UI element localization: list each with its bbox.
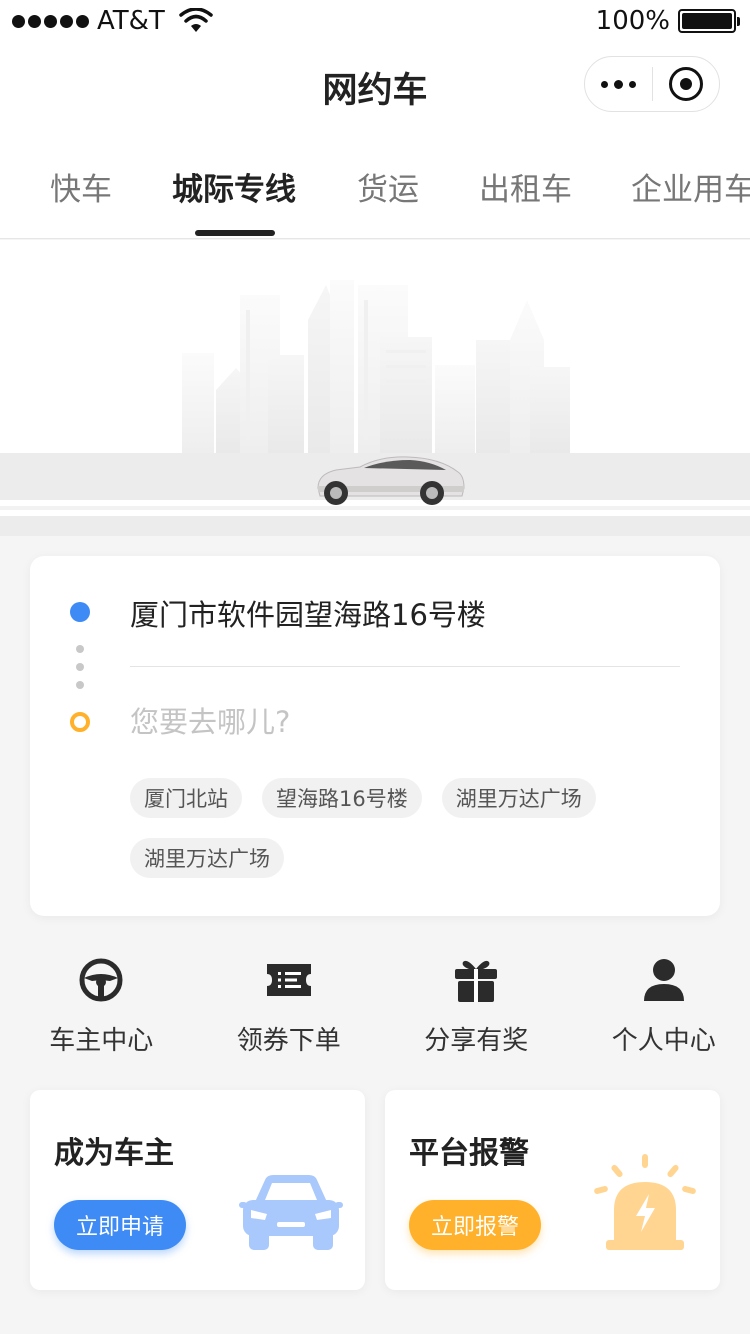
route-dot-icon bbox=[76, 645, 84, 653]
city-skyline-illustration bbox=[0, 280, 750, 536]
entry-label: 领券下单 bbox=[236, 1026, 341, 1056]
entry-share-reward[interactable]: 分享有奖 bbox=[390, 940, 563, 1070]
alarm-now-button[interactable]: 立即报警 bbox=[409, 1200, 542, 1250]
tab-intercity[interactable]: 城际专线 bbox=[172, 164, 296, 209]
entry-label: 分享有奖 bbox=[424, 1026, 529, 1056]
route-card: 厦门市软件园望海路16号楼 厦门北站 望海路16号楼 湖里万达广场 湖里万达广场 bbox=[30, 556, 720, 916]
status-bar: AT&T 100% bbox=[0, 0, 750, 40]
quick-entries: 车主中心 领券下单 分享有奖 个人中心 bbox=[0, 940, 750, 1070]
destination-point-icon bbox=[70, 712, 90, 732]
become-driver-card[interactable]: 成为车主 立即申请 bbox=[30, 1090, 365, 1290]
battery-percent: 100% bbox=[595, 6, 670, 36]
entry-label: 个人中心 bbox=[611, 1026, 716, 1056]
car-icon bbox=[239, 1172, 343, 1256]
person-icon bbox=[638, 954, 690, 1006]
active-tab-indicator bbox=[195, 230, 275, 236]
promo-title: 平台报警 bbox=[409, 1136, 529, 1171]
tab-taxi[interactable]: 出租车 bbox=[479, 164, 572, 209]
signal-dots-icon bbox=[12, 14, 89, 28]
status-right: 100% bbox=[595, 6, 740, 36]
more-dots-icon[interactable] bbox=[585, 57, 652, 111]
gift-icon bbox=[450, 954, 502, 1006]
steering-wheel-icon bbox=[75, 954, 127, 1006]
entry-coupon[interactable]: 领券下单 bbox=[203, 940, 376, 1070]
alarm-light-icon bbox=[592, 1154, 698, 1258]
entry-driver-center[interactable]: 车主中心 bbox=[15, 940, 188, 1070]
hero-banner bbox=[0, 240, 750, 536]
destination-input[interactable] bbox=[130, 700, 630, 744]
tab-freight[interactable]: 货运 bbox=[357, 164, 419, 209]
suggestion-chip[interactable]: 湖里万达广场 bbox=[130, 838, 284, 878]
suggestion-chip[interactable]: 厦门北站 bbox=[130, 778, 242, 818]
tab-enterprise[interactable]: 企业用车 bbox=[631, 164, 750, 209]
mini-program-capsule bbox=[584, 56, 720, 112]
nav-bar: 网约车 bbox=[0, 40, 750, 130]
status-left: AT&T bbox=[12, 6, 213, 36]
ticket-icon bbox=[263, 954, 315, 1006]
entry-label: 车主中心 bbox=[49, 1026, 154, 1056]
wifi-icon bbox=[179, 8, 213, 32]
carrier-name: AT&T bbox=[97, 6, 165, 36]
start-point-icon bbox=[70, 602, 90, 622]
route-dot-icon bbox=[76, 663, 84, 671]
promo-title: 成为车主 bbox=[54, 1136, 174, 1171]
tab-express[interactable]: 快车 bbox=[50, 164, 112, 209]
start-location[interactable]: 厦门市软件园望海路16号楼 bbox=[130, 592, 486, 634]
battery-icon bbox=[678, 9, 740, 33]
close-target-icon[interactable] bbox=[653, 57, 719, 111]
service-tabs: 快车 城际专线 货运 出租车 企业用车 bbox=[0, 130, 750, 239]
route-divider bbox=[130, 666, 680, 667]
apply-now-button[interactable]: 立即申请 bbox=[54, 1200, 187, 1250]
suggestion-chip[interactable]: 湖里万达广场 bbox=[441, 778, 596, 818]
suggestion-list: 厦门北站 望海路16号楼 湖里万达广场 湖里万达广场 bbox=[130, 778, 690, 878]
entry-profile[interactable]: 个人中心 bbox=[578, 940, 750, 1070]
suggestion-chip[interactable]: 望海路16号楼 bbox=[262, 778, 422, 818]
route-dot-icon bbox=[76, 681, 84, 689]
platform-alarm-card[interactable]: 平台报警 立即报警 bbox=[385, 1090, 720, 1290]
